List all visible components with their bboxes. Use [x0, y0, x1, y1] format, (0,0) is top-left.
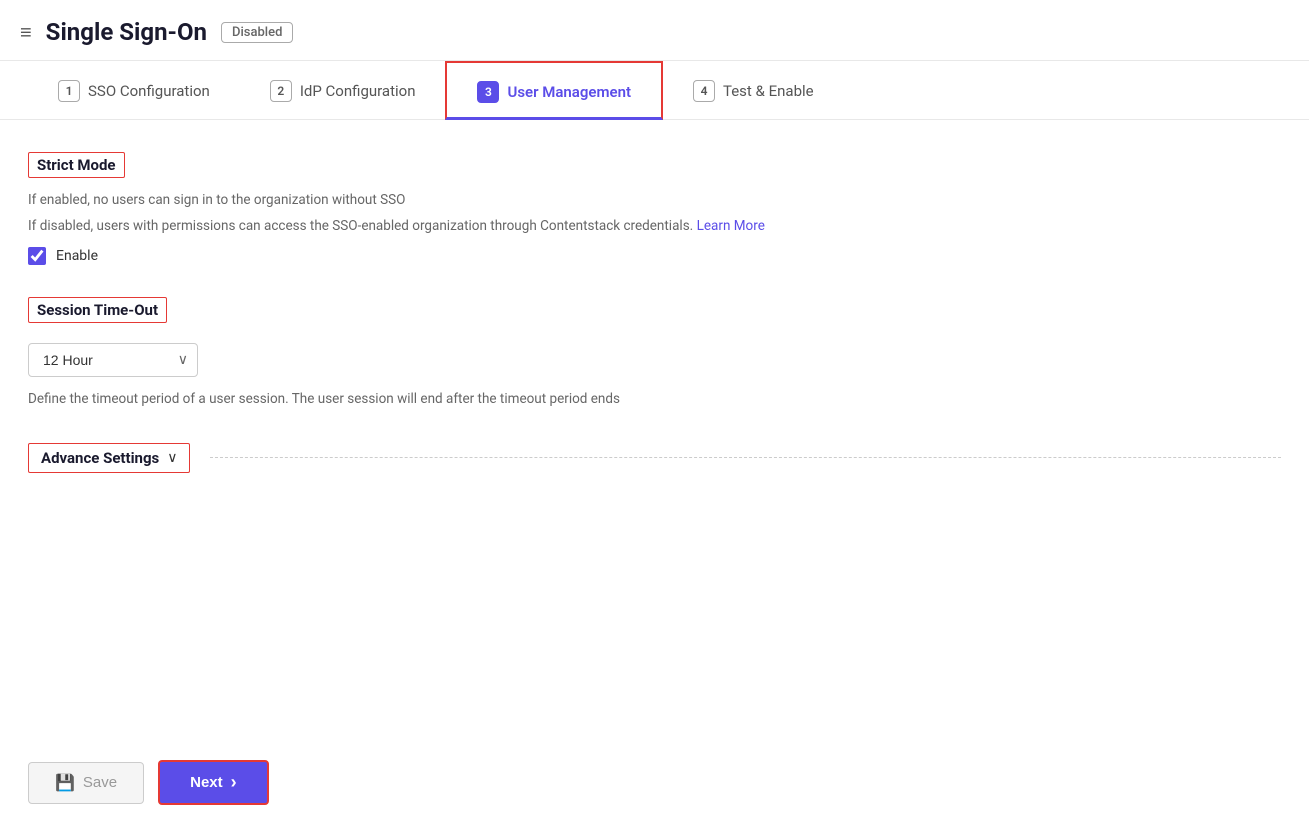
- main-content: Strict Mode If enabled, no users can sig…: [0, 120, 1309, 746]
- session-timeout-section: Session Time-Out 1 Hour 2 Hour 6 Hour 12…: [28, 297, 1281, 411]
- next-arrow-icon: ›: [231, 772, 237, 793]
- advance-chevron-icon: ∨: [167, 450, 177, 466]
- learn-more-link[interactable]: Learn More: [697, 218, 765, 234]
- session-timeout-desc: Define the timeout period of a user sess…: [28, 389, 1281, 411]
- save-icon: 💾: [55, 773, 75, 793]
- session-timeout-dropdown-wrapper: 1 Hour 2 Hour 6 Hour 12 Hour 24 Hour ∨: [28, 343, 198, 377]
- tab-idp-configuration[interactable]: 2 IdP Configuration: [240, 62, 446, 119]
- session-timeout-dropdown-row: 1 Hour 2 Hour 6 Hour 12 Hour 24 Hour ∨: [28, 343, 1281, 377]
- tabs-container: 1 SSO Configuration 2 IdP Configuration …: [0, 61, 1309, 120]
- tab-number-2: 2: [270, 80, 292, 102]
- advance-settings-toggle[interactable]: Advance Settings ∨: [28, 443, 190, 473]
- tab-label-user-mgmt: User Management: [507, 83, 631, 101]
- enable-checkbox-row: Enable: [28, 247, 1281, 265]
- tab-sso-configuration[interactable]: 1 SSO Configuration: [28, 62, 240, 119]
- tab-user-management[interactable]: 3 User Management: [445, 61, 663, 120]
- strict-mode-desc1: If enabled, no users can sign in to the …: [28, 190, 1281, 212]
- advance-settings-row: Advance Settings ∨: [28, 443, 1281, 473]
- strict-mode-section: Strict Mode If enabled, no users can sig…: [28, 152, 1281, 265]
- enable-label: Enable: [56, 248, 98, 264]
- footer-buttons: 💾 Save Next ›: [0, 746, 1309, 823]
- advance-dashed-divider: [210, 457, 1281, 458]
- tab-number-1: 1: [58, 80, 80, 102]
- tab-test-enable[interactable]: 4 Test & Enable: [663, 62, 844, 119]
- strict-mode-desc2: If disabled, users with permissions can …: [28, 216, 1281, 238]
- save-button[interactable]: 💾 Save: [28, 762, 144, 804]
- advance-settings-label: Advance Settings: [41, 449, 159, 467]
- tab-label-sso: SSO Configuration: [88, 82, 210, 100]
- tab-number-3: 3: [477, 81, 499, 103]
- session-timeout-select[interactable]: 1 Hour 2 Hour 6 Hour 12 Hour 24 Hour: [28, 343, 198, 377]
- next-label: Next: [190, 774, 223, 791]
- tab-label-test: Test & Enable: [723, 82, 814, 100]
- hamburger-icon[interactable]: ≡: [20, 20, 32, 45]
- header: ≡ Single Sign-On Disabled: [0, 0, 1309, 61]
- strict-mode-checkbox[interactable]: [28, 247, 46, 265]
- tab-number-4: 4: [693, 80, 715, 102]
- save-label: Save: [83, 774, 117, 791]
- next-button[interactable]: Next ›: [158, 760, 269, 805]
- page-title: Single Sign-On: [46, 18, 207, 46]
- strict-mode-title: Strict Mode: [28, 152, 125, 178]
- tab-label-idp: IdP Configuration: [300, 82, 416, 100]
- session-timeout-title: Session Time-Out: [28, 297, 167, 323]
- status-badge: Disabled: [221, 22, 293, 43]
